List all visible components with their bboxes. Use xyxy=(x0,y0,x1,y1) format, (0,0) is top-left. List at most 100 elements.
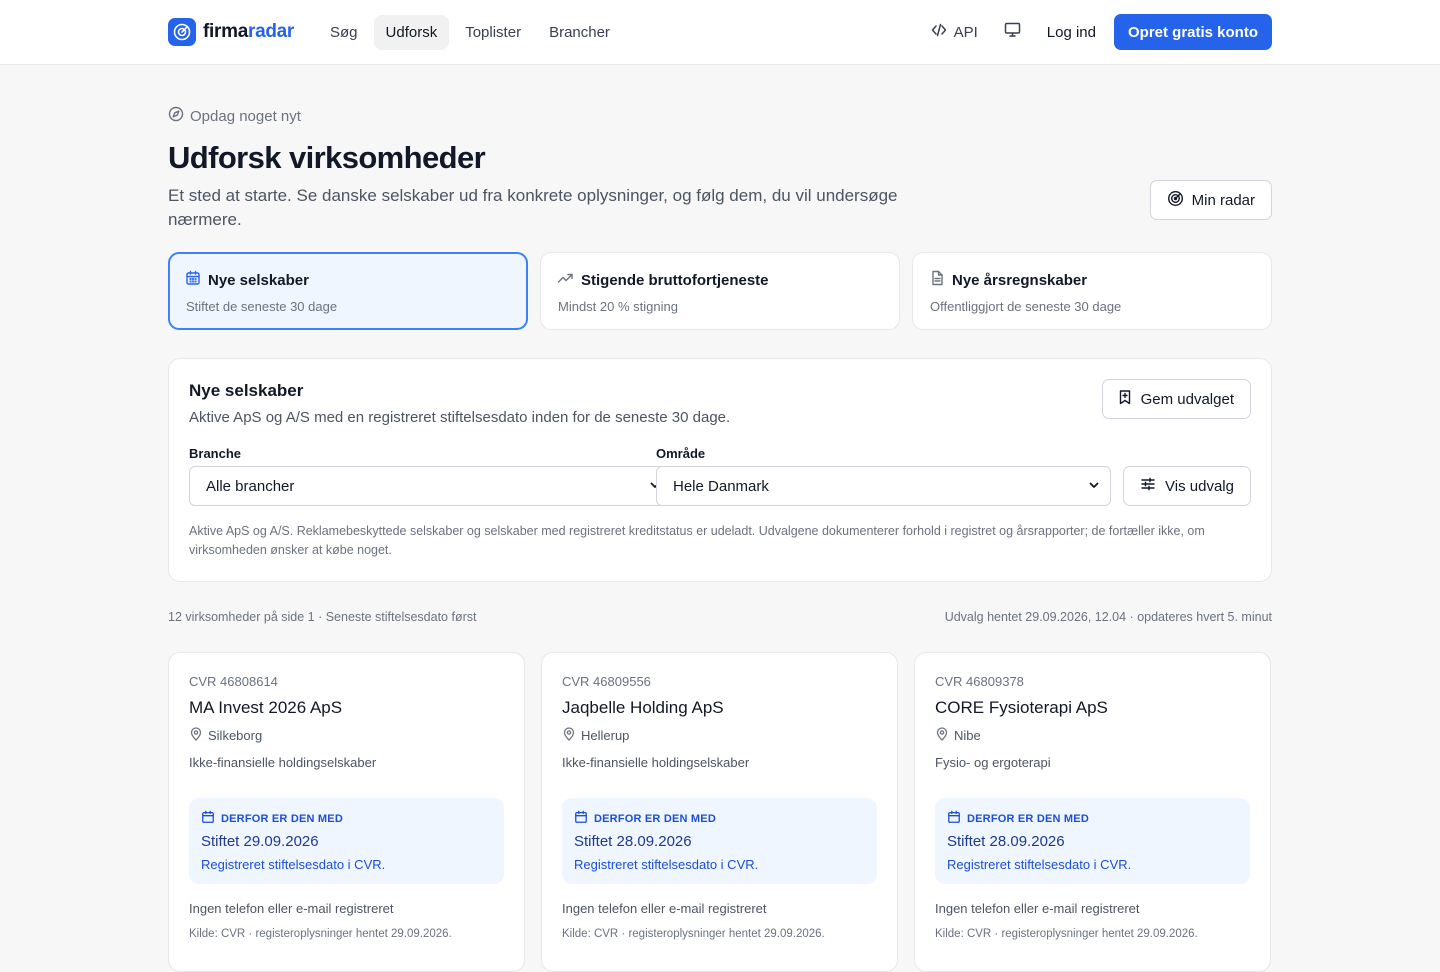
bookmark-plus-icon xyxy=(1117,389,1133,409)
nav-item-brancher[interactable]: Brancher xyxy=(537,15,622,50)
results-meta: 12 virksomheder på side 1 · Seneste stif… xyxy=(168,610,1272,624)
reason-head: DERFOR ER DEN MED xyxy=(201,810,492,827)
filter-card-title: Stigende bruttofortjeneste xyxy=(581,271,769,289)
company-location: Hellerup xyxy=(562,727,877,744)
calendar-icon xyxy=(947,810,961,827)
save-selection-button[interactable]: Gem udvalget xyxy=(1101,379,1251,419)
omraade-select-value: Hele Danmark xyxy=(673,477,769,495)
reason-box: DERFOR ER DEN MED Stiftet 29.09.2026 Reg… xyxy=(189,798,504,884)
map-pin-icon xyxy=(189,727,203,744)
company-cards: CVR 46808614 MA Invest 2026 ApS Silkebor… xyxy=(168,652,1272,972)
company-contact: Ingen telefon eller e-mail registreret xyxy=(189,901,394,916)
company-city: Nibe xyxy=(954,728,981,743)
results-fetched-time: Udvalg hentet 29.09.2026, 12.04 · opdate… xyxy=(944,610,1272,624)
nav-item-toplister[interactable]: Toplister xyxy=(453,15,533,50)
filter-card-head: Nye selskaber xyxy=(185,270,511,290)
main-nav: Søg Udforsk Toplister Brancher xyxy=(318,14,622,50)
document-icon xyxy=(929,270,945,290)
logo-wordmark: firmaradar xyxy=(203,21,294,43)
reason-head: DERFOR ER DEN MED xyxy=(947,810,1238,827)
company-contact: Ingen telefon eller e-mail registreret xyxy=(562,901,767,916)
discovery-filters: Nye selskaber Stiftet de seneste 30 dage… xyxy=(168,252,1272,330)
reason-head: DERFOR ER DEN MED xyxy=(574,810,865,827)
filter-card-subtitle: Offentliggjort de seneste 30 dage xyxy=(930,299,1122,314)
company-city: Hellerup xyxy=(581,728,630,743)
filter-card-subtitle: Stiftet de seneste 30 dage xyxy=(186,299,338,314)
company-cvr: CVR 46809378 xyxy=(935,674,1024,689)
filter-card-title: Nye årsregnskaber xyxy=(952,271,1088,289)
reason-date: Stiftet 29.09.2026 xyxy=(201,833,319,850)
monitor-icon xyxy=(1004,21,1021,43)
company-card[interactable]: CVR 46808614 MA Invest 2026 ApS Silkebor… xyxy=(168,652,525,972)
login-link[interactable]: Log ind xyxy=(1047,24,1096,41)
eyebrow: Opdag noget nyt xyxy=(168,106,1272,126)
company-industry: Fysio- og ergoterapi xyxy=(935,755,1051,770)
branche-select[interactable]: Alle brancher xyxy=(189,466,672,506)
filter-card-head: Nye årsregnskaber xyxy=(929,270,1255,290)
eyebrow-text: Opdag noget nyt xyxy=(190,107,301,125)
company-card[interactable]: CVR 46809378 CORE Fysioterapi ApS Nibe F… xyxy=(914,652,1271,972)
panel-note: Aktive ApS og A/S. Reklamebeskyttede sel… xyxy=(189,524,1205,557)
branche-select-value: Alle brancher xyxy=(206,477,295,495)
filter-card-new-companies[interactable]: Nye selskaber Stiftet de seneste 30 dage xyxy=(168,252,528,330)
intro-row: Et sted at starte. Se danske selskaber u… xyxy=(168,180,1272,236)
company-source: Kilde: CVR · registeroplysninger hentet … xyxy=(189,928,452,940)
reason-note: Registreret stiftelsesdato i CVR. xyxy=(574,857,759,872)
reason-label: DERFOR ER DEN MED xyxy=(221,812,343,825)
panel-title: Nye selskaber xyxy=(189,381,304,400)
my-radar-button[interactable]: Min radar xyxy=(1149,180,1272,220)
map-pin-icon xyxy=(935,727,949,744)
company-location: Silkeborg xyxy=(189,727,504,744)
company-name[interactable]: MA Invest 2026 ApS xyxy=(189,698,504,718)
show-selection-button[interactable]: Vis udvalg xyxy=(1123,466,1251,506)
company-contact: Ingen telefon eller e-mail registreret xyxy=(935,901,1140,916)
save-selection-button-label: Gem udvalget xyxy=(1140,390,1234,408)
filter-card-head: Stigende bruttofortjeneste xyxy=(557,270,883,290)
code-icon xyxy=(931,22,947,42)
reason-label: DERFOR ER DEN MED xyxy=(967,812,1089,825)
reason-box: DERFOR ER DEN MED Stiftet 28.09.2026 Reg… xyxy=(935,798,1250,884)
my-radar-button-label: Min radar xyxy=(1191,191,1255,209)
map-pin-icon xyxy=(562,727,576,744)
trending-up-icon xyxy=(557,270,574,290)
radar-logo-icon xyxy=(168,18,196,46)
filter-card-new-annual-reports[interactable]: Nye årsregnskaber Offentliggjort de sene… xyxy=(912,252,1272,330)
branche-label: Branche xyxy=(189,446,242,461)
company-industry: Ikke-finansielle holdingselskaber xyxy=(562,755,750,770)
company-source: Kilde: CVR · registeroplysninger hentet … xyxy=(935,928,1198,940)
company-name[interactable]: CORE Fysioterapi ApS xyxy=(935,698,1250,718)
reason-label: DERFOR ER DEN MED xyxy=(594,812,716,825)
create-account-button[interactable]: Opret gratis konto xyxy=(1113,14,1272,50)
filter-card-title: Nye selskaber xyxy=(208,271,309,289)
company-name[interactable]: Jaqbelle Holding ApS xyxy=(562,698,877,718)
company-cvr: CVR 46808614 xyxy=(189,674,278,689)
api-link[interactable]: API xyxy=(931,22,978,42)
company-card[interactable]: CVR 46809556 Jaqbelle Holding ApS Heller… xyxy=(541,652,898,972)
reason-box: DERFOR ER DEN MED Stiftet 28.09.2026 Reg… xyxy=(562,798,877,884)
panel-subtitle: Aktive ApS og A/S med en registreret sti… xyxy=(189,409,731,426)
intro-text: Et sted at starte. Se danske selskaber u… xyxy=(168,186,898,229)
company-cvr: CVR 46809556 xyxy=(562,674,651,689)
nav-item-udforsk[interactable]: Udforsk xyxy=(373,14,450,50)
page-title: Udforsk virksomheder xyxy=(168,140,486,175)
main-content: Opdag noget nyt Udforsk virksomheder Et … xyxy=(168,65,1272,972)
reason-note: Registreret stiftelsesdato i CVR. xyxy=(201,857,386,872)
calendar-icon xyxy=(574,810,588,827)
reason-date: Stiftet 28.09.2026 xyxy=(574,833,692,850)
reason-note: Registreret stiftelsesdato i CVR. xyxy=(947,857,1132,872)
calendar-icon xyxy=(201,810,215,827)
filter-card-rising-gross-profit[interactable]: Stigende bruttofortjeneste Mindst 20 % s… xyxy=(540,252,900,330)
reason-date: Stiftet 28.09.2026 xyxy=(947,833,1065,850)
compass-icon xyxy=(168,106,184,126)
logo[interactable]: firmaradar xyxy=(168,18,294,46)
top-navigation-bar: firmaradar Søg Udforsk Toplister Branche… xyxy=(0,0,1440,65)
nav-item-soeg[interactable]: Søg xyxy=(318,15,370,50)
omraade-select[interactable]: Hele Danmark xyxy=(656,466,1111,506)
theme-toggle-button[interactable] xyxy=(1004,21,1021,43)
show-selection-button-label: Vis udvalg xyxy=(1165,477,1234,495)
omraade-label: Område xyxy=(656,446,706,461)
results-count: 12 virksomheder på side 1 · Seneste stif… xyxy=(168,610,477,624)
calendar-icon xyxy=(185,270,201,290)
sliders-icon xyxy=(1140,476,1156,496)
company-industry: Ikke-finansielle holdingselskaber xyxy=(189,755,377,770)
